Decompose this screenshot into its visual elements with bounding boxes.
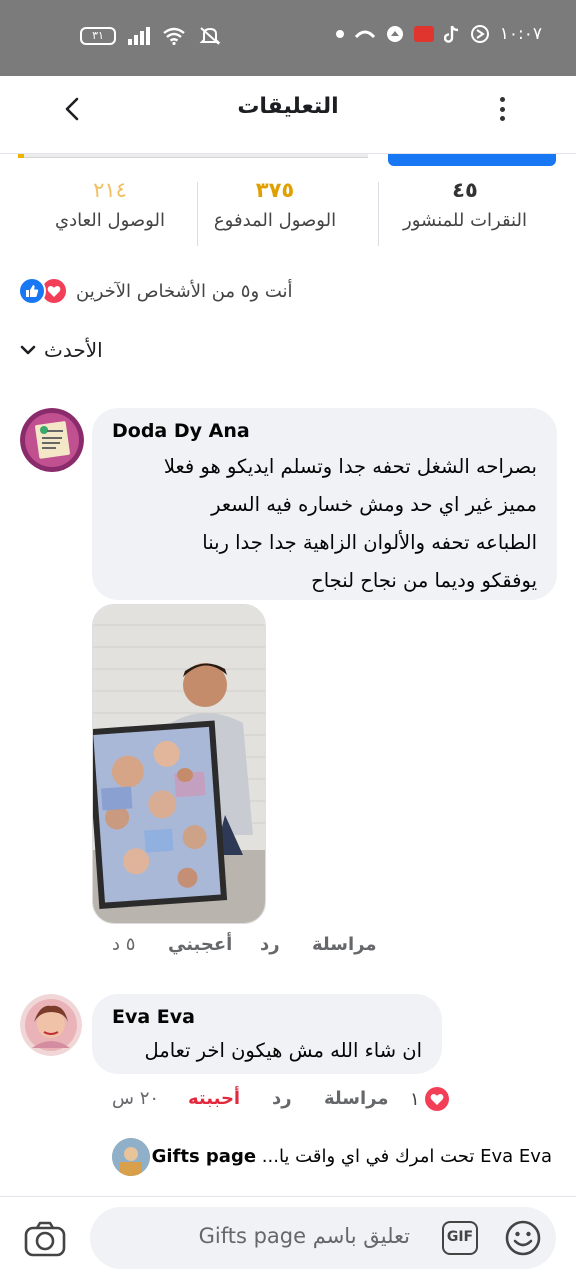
stat-divider — [378, 182, 379, 246]
reply-button[interactable]: رد — [260, 934, 280, 955]
boost-button[interactable] — [388, 154, 556, 166]
stat-label: الوصول العادي — [55, 210, 165, 231]
stat-post-clicks: ٤٥ النقرات للمنشور — [380, 178, 550, 231]
stat-value: ٢١٤ — [93, 178, 127, 202]
love-reaction-icon — [424, 1087, 449, 1111]
stat-label: الوصول المدفوع — [213, 210, 337, 231]
comment-line: يوفقكو وديما من نجاح لنجاح — [311, 569, 537, 592]
battery-icon: ٣١ — [80, 27, 116, 45]
emoji-icon[interactable] — [504, 1219, 542, 1257]
stat-divider — [197, 182, 198, 246]
reply-preview-text: Eva Eva تحت امرك في اي واقت يا... Gifts … — [152, 1146, 552, 1167]
stat-organic-reach: ٢١٤ الوصول العادي — [25, 178, 195, 231]
comment-input[interactable]: تعليق باسم Gifts page GIF — [90, 1207, 556, 1269]
message-button[interactable]: مراسلة — [324, 1088, 388, 1109]
stat-paid-reach: ٣٧٥ الوصول المدفوع — [190, 178, 360, 231]
gif-button[interactable]: GIF — [442, 1221, 478, 1255]
reactions-text: أنت و٥ من الأشخاص الآخرين — [76, 280, 293, 302]
comment-composer: تعليق باسم Gifts page GIF — [0, 1196, 576, 1280]
call-icon — [354, 30, 375, 39]
comment-author[interactable]: Eva Eva — [112, 1006, 195, 1028]
notification-dot-icon — [335, 30, 344, 38]
reply-button[interactable]: رد — [272, 1088, 292, 1109]
stat-label: النقرات للمنشور — [403, 210, 527, 231]
sort-dropdown[interactable]: الأحدث — [20, 338, 103, 362]
comment-line: الطباعه تحفه والألوان الزاهية جدا جدا رب… — [202, 531, 537, 554]
reply-preview-message: Eva Eva تحت امرك في اي واقت يا... — [261, 1146, 552, 1167]
post-insights: ٤٥ النقرات للمنشور ٣٧٥ الوصول المدفوع ٢١… — [0, 178, 576, 248]
reactions-summary[interactable]: أنت و٥ من الأشخاص الآخرين — [18, 276, 293, 306]
comment-time: ٢٠ س — [112, 1088, 160, 1109]
status-right: ١٠:٠٧ — [335, 24, 542, 44]
wifi-icon — [163, 27, 185, 45]
app-icon — [386, 26, 403, 42]
stat-value: ٣٧٥ — [255, 178, 295, 202]
comment-line: ان شاء الله مش هيكون اخر تعامل — [144, 1039, 422, 1062]
comment-line: بصراحه الشغل تحفه جدا وتسلم ايديكو هو فع… — [163, 455, 537, 478]
message-button[interactable]: مراسلة — [312, 934, 376, 955]
avatar[interactable] — [20, 994, 82, 1056]
like-button[interactable]: أعجبني — [168, 934, 232, 955]
signal-icon — [128, 27, 150, 45]
top-app-bar: التعليقات — [0, 76, 576, 154]
like-reaction-icon — [18, 277, 46, 305]
reaction-count: ١ — [410, 1088, 420, 1110]
sort-label: الأحدث — [44, 338, 103, 362]
reply-preview[interactable]: Eva Eva تحت امرك في اي واقت يا... Gifts … — [112, 1138, 562, 1178]
chevron-down-icon — [20, 345, 36, 355]
camera-icon[interactable] — [24, 1221, 66, 1257]
comment-input-placeholder: تعليق باسم Gifts page — [198, 1224, 410, 1248]
comment-photo[interactable] — [92, 604, 266, 924]
avatar[interactable] — [20, 408, 84, 472]
comment-time: ٥ د — [112, 934, 136, 955]
avatar — [112, 1138, 150, 1176]
comment-bubble[interactable]: Eva Eva ان شاء الله مش هيكون اخر تعامل — [92, 994, 442, 1074]
comment-reactions[interactable]: ١ — [410, 1086, 450, 1112]
screen-record-icon — [413, 26, 434, 42]
mute-icon — [199, 27, 221, 45]
comment-line: مميز غير اي حد ومش خساره فيه السعر — [211, 493, 537, 516]
status-left: ٣١ — [80, 26, 222, 46]
comment-author[interactable]: Doda Dy Ana — [112, 420, 250, 442]
reply-preview-author: Gifts page — [151, 1146, 257, 1167]
more-options-icon[interactable] — [490, 94, 514, 124]
comment-bubble[interactable]: Doda Dy Ana بصراحه الشغل تحفه جدا وتسلم … — [92, 408, 557, 600]
stat-value: ٤٥ — [452, 178, 478, 202]
status-bar: ٣١ ١٠:٠٧ — [0, 0, 576, 76]
comment-text: ان شاء الله مش هيكون اخر تعامل — [144, 1032, 422, 1070]
love-button[interactable]: أحببته — [188, 1088, 240, 1109]
sync-icon — [470, 25, 489, 43]
clock: ١٠:٠٧ — [499, 24, 542, 44]
promotion-progress-bar — [18, 154, 368, 158]
tiktok-icon — [443, 25, 458, 43]
comment-text: بصراحه الشغل تحفه جدا وتسلم ايديكو هو فع… — [164, 448, 537, 600]
